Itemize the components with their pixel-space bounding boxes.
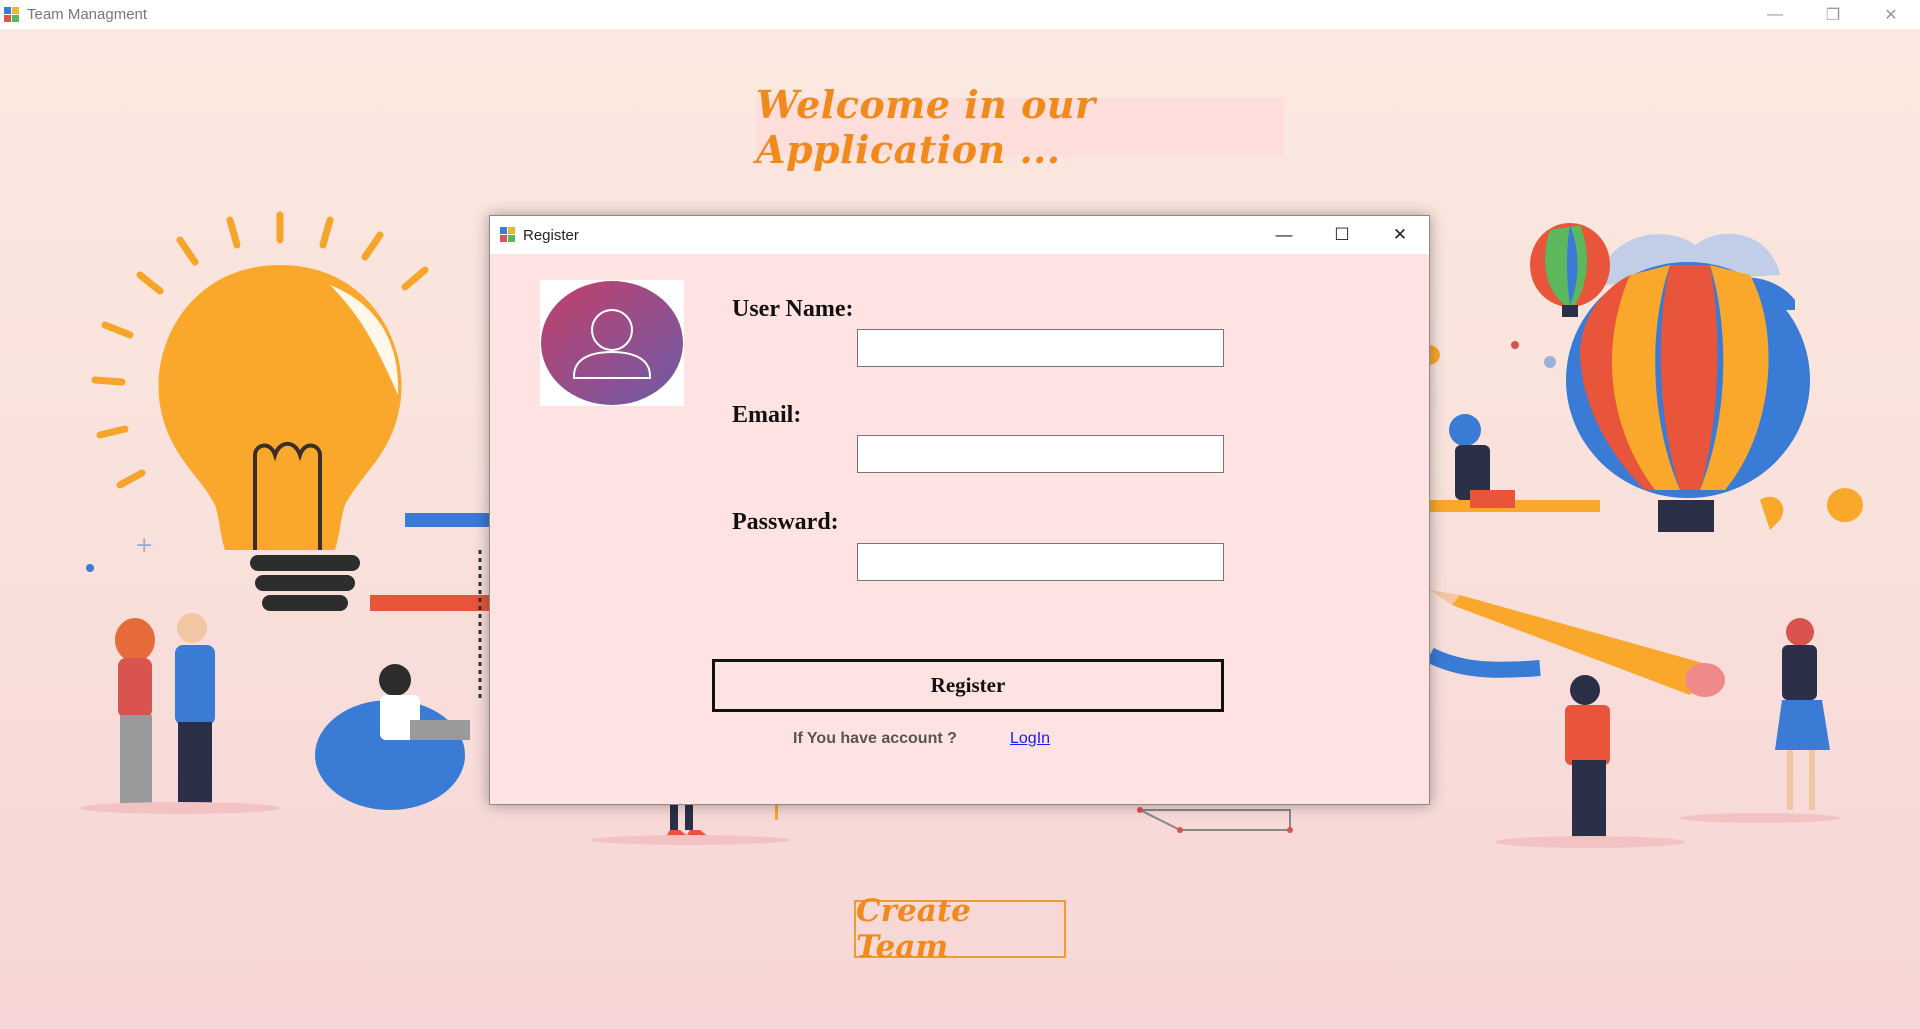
main-titlebar: Team Managment — ❐ ✕: [0, 0, 1920, 29]
account-prompt: If You have account ?: [793, 730, 957, 747]
register-dialog: Register — ☐ ✕ User Name: Email: Passwar…: [489, 215, 1430, 805]
desk-illustration: [590, 805, 1293, 845]
team-people-illustration: +: [80, 513, 490, 814]
dialog-close-button[interactable]: ✕: [1371, 216, 1429, 254]
username-field[interactable]: [857, 329, 1224, 367]
dialog-title: Register: [523, 226, 579, 244]
email-label: Email:: [732, 402, 802, 428]
app-icon: [4, 6, 20, 23]
welcome-banner: Welcome in our Application ...: [756, 82, 1284, 172]
dialog-maximize-button[interactable]: ☐: [1313, 216, 1371, 254]
pencil-people-illustration: [1430, 590, 1840, 848]
user-avatar-icon: [541, 281, 683, 405]
dialog-app-icon: [500, 227, 516, 243]
email-field[interactable]: [857, 435, 1224, 473]
register-button[interactable]: Register: [712, 659, 1224, 712]
close-button[interactable]: ✕: [1862, 0, 1920, 29]
dialog-titlebar: Register — ☐ ✕: [490, 216, 1429, 254]
dialog-minimize-button[interactable]: —: [1255, 216, 1313, 254]
login-link[interactable]: LogIn: [1010, 730, 1050, 748]
balloons-illustration: [1430, 223, 1863, 532]
window-title: Team Managment: [27, 6, 148, 23]
password-label: Passward:: [732, 509, 839, 535]
password-field[interactable]: [857, 543, 1224, 581]
create-team-button[interactable]: Create Team: [854, 893, 1066, 965]
username-label: User Name:: [732, 296, 854, 322]
avatar: [540, 280, 684, 406]
minimize-button[interactable]: —: [1746, 0, 1804, 29]
svg-text:+: +: [135, 533, 153, 558]
restore-button[interactable]: ❐: [1804, 0, 1862, 29]
